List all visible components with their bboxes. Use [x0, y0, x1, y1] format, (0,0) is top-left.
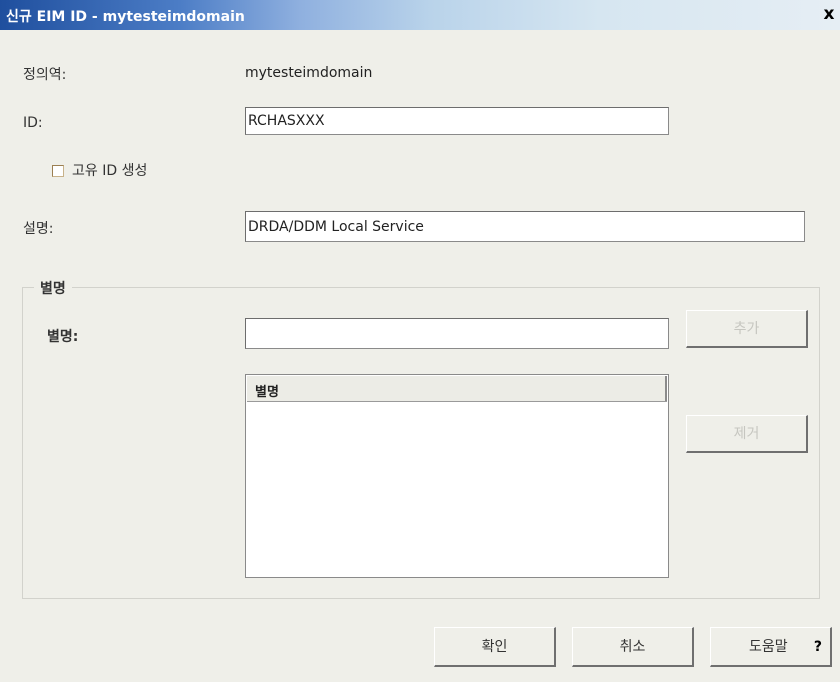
help-button-label: 도움말: [749, 639, 788, 655]
alias-label: 별명:: [47, 329, 79, 345]
domain-value: mytesteimdomain: [245, 65, 373, 81]
id-label: ID:: [23, 115, 43, 131]
description-field[interactable]: [245, 211, 805, 242]
unique-id-checkbox[interactable]: [52, 165, 64, 177]
remove-button[interactable]: 제거: [686, 415, 808, 453]
cancel-button[interactable]: 취소: [572, 627, 694, 667]
alias-list-header[interactable]: 별명: [247, 376, 667, 402]
domain-label: 정의역:: [23, 67, 67, 83]
description-label: 설명:: [23, 221, 54, 237]
alias-group-title: 별명: [34, 278, 72, 298]
add-button[interactable]: 추가: [686, 310, 808, 348]
alias-list[interactable]: 별명: [245, 374, 669, 578]
unique-id-label: 고유 ID 생성: [72, 163, 148, 179]
id-field[interactable]: [245, 107, 669, 135]
window-title: 신규 EIM ID - mytesteimdomain: [6, 9, 245, 25]
help-question-icon: ?: [813, 639, 822, 655]
alias-input[interactable]: [245, 318, 669, 349]
close-icon[interactable]: x: [820, 4, 838, 24]
title-bar: 신규 EIM ID - mytesteimdomain x: [0, 0, 840, 30]
help-button[interactable]: 도움말 ?: [710, 627, 832, 667]
ok-button[interactable]: 확인: [434, 627, 556, 667]
